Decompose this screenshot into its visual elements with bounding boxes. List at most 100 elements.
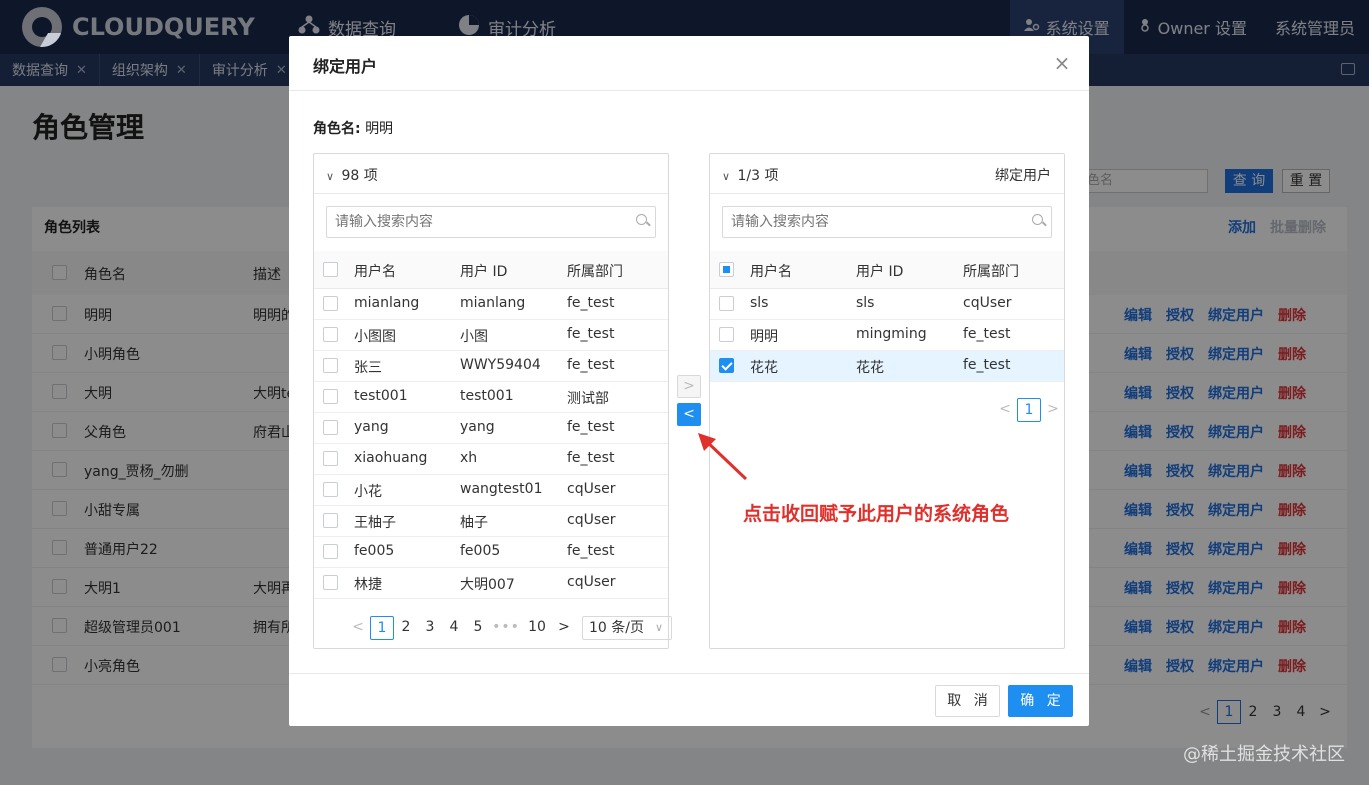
chevron-down-icon: ∨ [654, 621, 663, 634]
user-id: 大明007 [460, 577, 515, 593]
target-pagination: < 1 > [993, 398, 1065, 422]
page-4[interactable]: 4 [442, 616, 466, 640]
row-checkbox[interactable] [323, 420, 338, 435]
source-transfer-panel: ∨ 98 项 用户名 用户 ID 所属部门 mianlang mianlang fe… [313, 153, 672, 649]
list-item[interactable]: mianlang mianlang fe_test [314, 289, 668, 320]
header-user-id: 用户 ID [460, 264, 508, 280]
row-checkbox[interactable] [323, 575, 338, 590]
list-item[interactable]: sls sls cqUser [710, 289, 1064, 320]
username: 花花 [750, 360, 778, 376]
user-id: 柚子 [460, 515, 488, 531]
user-id: fe005 [460, 543, 501, 559]
panel-header: ∨ 98 项 [314, 154, 668, 194]
prev-page-button[interactable]: < [993, 398, 1017, 422]
list-item[interactable]: 花花 花花 fe_test [710, 351, 1064, 382]
list-item[interactable]: yang yang fe_test [314, 413, 668, 444]
page-size-select[interactable]: 10 条/页 ∨ [582, 616, 672, 640]
username: sls [750, 295, 769, 311]
row-checkbox[interactable] [323, 389, 338, 404]
department: fe_test [567, 357, 615, 373]
department: cqUser [567, 512, 616, 528]
header-username: 用户名 [354, 264, 396, 280]
list-item[interactable]: test001 test001 测试部 [314, 382, 668, 413]
page-1[interactable]: 1 [370, 616, 394, 640]
row-checkbox[interactable] [323, 544, 338, 559]
username: mianlang [354, 295, 420, 311]
cancel-button[interactable]: 取 消 [935, 685, 1000, 717]
user-id: xh [460, 450, 478, 466]
department: cqUser [567, 574, 616, 590]
department: fe_test [567, 295, 615, 311]
user-id: sls [856, 295, 875, 311]
item-count: 98 项 [341, 168, 378, 184]
page-5[interactable]: 5 [466, 616, 490, 640]
table-header: 用户名 用户 ID 所属部门 [710, 251, 1064, 289]
page-3[interactable]: 3 [418, 616, 442, 640]
select-all-checkbox[interactable] [719, 262, 734, 277]
user-id: yang [460, 419, 495, 435]
header-user-id: 用户 ID [856, 264, 904, 280]
row-checkbox[interactable] [719, 327, 734, 342]
row-checkbox[interactable] [719, 296, 734, 311]
row-checkbox[interactable] [719, 358, 734, 373]
row-checkbox[interactable] [323, 482, 338, 497]
modal-footer: 取 消 确 定 [289, 673, 1089, 726]
department: fe_test [567, 450, 615, 466]
row-checkbox[interactable] [323, 451, 338, 466]
search-icon[interactable] [635, 213, 651, 229]
list-item[interactable]: xiaohuang xh fe_test [314, 444, 668, 475]
list-item[interactable]: 张三 WWY59404 fe_test [314, 351, 668, 382]
table-header: 用户名 用户 ID 所属部门 [314, 251, 668, 289]
chevron-down-icon[interactable]: ∨ [722, 170, 730, 183]
next-page-button[interactable]: > [552, 616, 576, 640]
ok-button[interactable]: 确 定 [1008, 685, 1073, 717]
page-10[interactable]: 10 [522, 616, 552, 640]
department: fe_test [963, 357, 1011, 373]
move-left-button[interactable]: < [677, 403, 701, 426]
role-name-label: 角色名: [313, 121, 361, 137]
header-department: 所属部门 [963, 264, 1019, 280]
list-item[interactable]: fe005 fe005 fe_test [314, 537, 668, 568]
list-item[interactable]: 小图图 小图 fe_test [314, 320, 668, 351]
username: yang [354, 419, 389, 435]
department: fe_test [567, 326, 615, 342]
row-checkbox[interactable] [323, 513, 338, 528]
page-1[interactable]: 1 [1017, 398, 1041, 422]
page-size-value: 10 条/页 [589, 620, 644, 636]
user-id: WWY59404 [460, 357, 541, 373]
list-item[interactable]: 明明 mingming fe_test [710, 320, 1064, 351]
close-icon[interactable]: × [1051, 52, 1073, 74]
panel-header: ∨ 1/3 项 绑定用户 [710, 154, 1064, 194]
username: xiaohuang [354, 450, 428, 466]
header-department: 所属部门 [567, 264, 623, 280]
search-input[interactable] [326, 206, 656, 238]
page-2[interactable]: 2 [394, 616, 418, 640]
modal-header: 绑定用户 × [289, 36, 1089, 91]
username: 明明 [750, 329, 778, 345]
search-input[interactable] [722, 206, 1052, 238]
list-item[interactable]: 王柚子 柚子 cqUser [314, 506, 668, 537]
search-icon[interactable] [1031, 213, 1047, 229]
department: fe_test [963, 326, 1011, 342]
panel-title: 绑定用户 [995, 168, 1051, 184]
row-checkbox[interactable] [323, 358, 338, 373]
user-id: mianlang [460, 295, 526, 311]
move-right-button[interactable]: > [677, 375, 701, 398]
list-item[interactable]: 林捷 大明007 cqUser [314, 568, 668, 599]
row-checkbox[interactable] [323, 296, 338, 311]
next-page-button[interactable]: > [1041, 398, 1065, 422]
annotation-text: 点击收回赋予此用户的系统角色 [743, 503, 1010, 525]
select-all-checkbox[interactable] [323, 262, 338, 277]
user-id: test001 [460, 388, 514, 404]
role-name-value: 明明 [365, 121, 394, 137]
bind-user-modal: 绑定用户 × 角色名: 明明 ∨ 98 项 用户名 用户 ID 所属部门 mia… [289, 36, 1089, 726]
list-item[interactable]: 小花 wangtest01 cqUser [314, 475, 668, 506]
username: 张三 [354, 360, 382, 376]
prev-page-button[interactable]: < [346, 616, 370, 640]
row-checkbox[interactable] [323, 327, 338, 342]
page-ellipsis[interactable]: ••• [490, 616, 522, 640]
annotation-arrow-icon [698, 433, 748, 481]
user-id: wangtest01 [460, 481, 543, 497]
chevron-down-icon[interactable]: ∨ [326, 170, 334, 183]
department: cqUser [963, 295, 1012, 311]
